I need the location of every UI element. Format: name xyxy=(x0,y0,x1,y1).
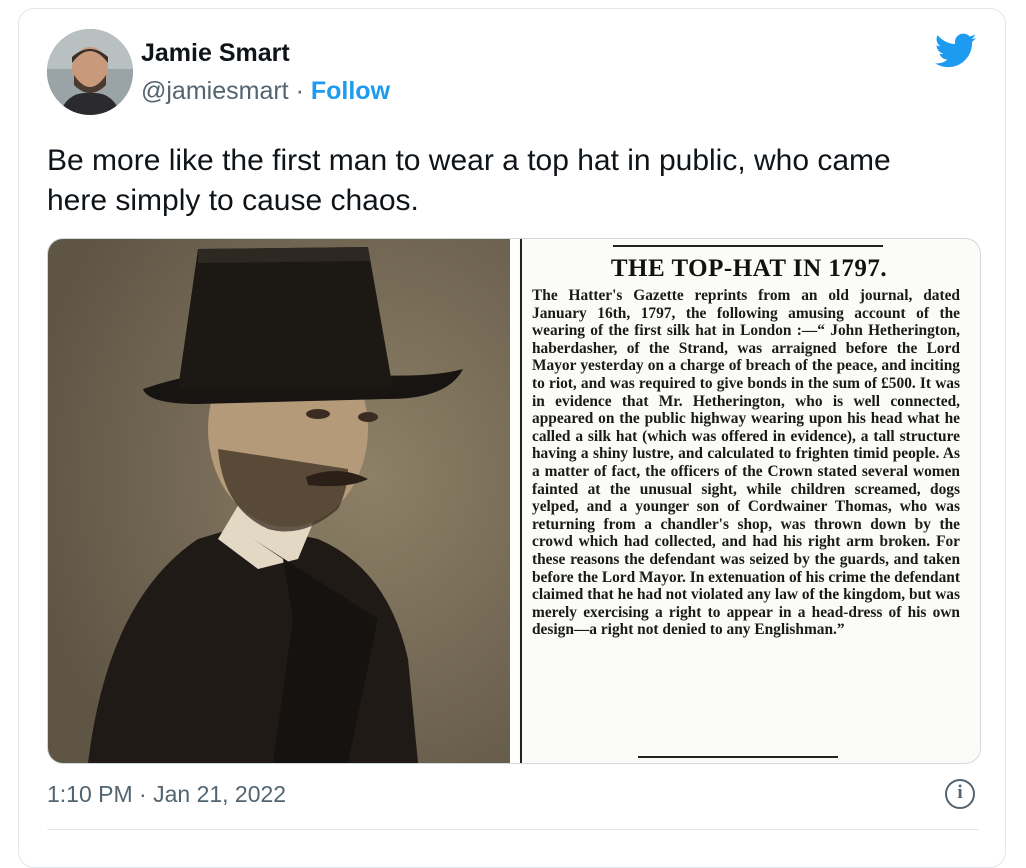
info-glyph: i xyxy=(957,782,963,803)
clipping-body: The Hatter's Gazette reprints from an ol… xyxy=(532,287,960,639)
clipping-headline: THE TOP-HAT IN 1797. xyxy=(610,255,888,282)
avatar-image xyxy=(47,29,133,115)
follow-button[interactable]: Follow xyxy=(311,77,390,105)
avatar[interactable] xyxy=(47,29,133,115)
handle-row: @jamiesmart · Follow xyxy=(141,77,390,106)
twitter-bird-icon[interactable] xyxy=(935,33,977,69)
portrait-photo xyxy=(48,239,510,763)
clipping-rule-bottom xyxy=(638,756,838,758)
tweet-timestamp[interactable]: 1:10 PM · Jan 21, 2022 xyxy=(47,781,286,808)
clipping-border xyxy=(520,239,522,763)
clipping-rule-top xyxy=(613,245,883,247)
author-handle[interactable]: @jamiesmart xyxy=(141,77,289,105)
info-icon[interactable]: i xyxy=(945,779,975,809)
newspaper-clipping: THE TOP-HAT IN 1797. The Hatter's Gazett… xyxy=(518,239,980,763)
tweet-text: Be more like the first man to wear a top… xyxy=(47,144,891,217)
tweet-media[interactable]: THE TOP-HAT IN 1797. The Hatter's Gazett… xyxy=(47,238,981,764)
tweet-card: Jamie Smart @jamiesmart · Follow Be more… xyxy=(18,8,1006,868)
divider xyxy=(47,829,979,830)
author-name[interactable]: Jamie Smart xyxy=(141,39,290,68)
separator: · xyxy=(295,77,304,105)
